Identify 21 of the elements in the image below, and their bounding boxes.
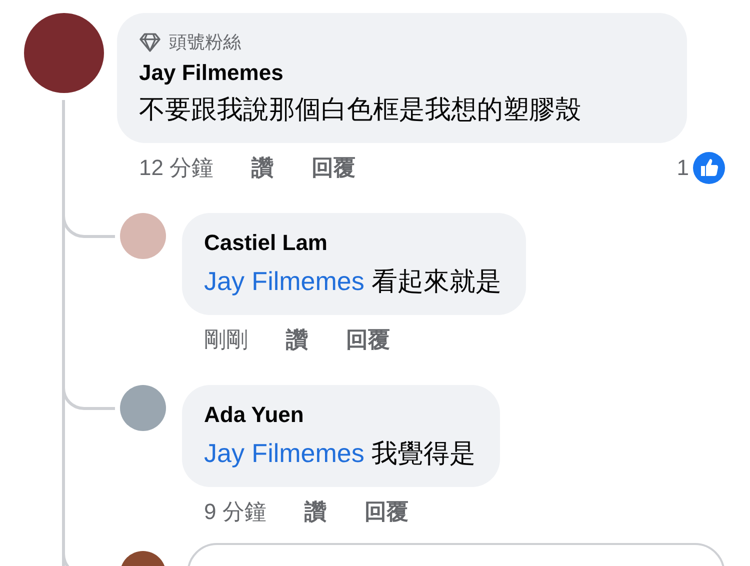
comment-text: 看起來就是 xyxy=(372,266,502,296)
badge-label: 頭號粉絲 xyxy=(169,31,241,54)
reply-link[interactable]: 回覆 xyxy=(312,153,356,183)
timestamp: 剛剛 xyxy=(204,326,248,354)
comment-text: 我覺得是 xyxy=(372,438,476,468)
author-name[interactable]: Jay Filmemes xyxy=(139,57,663,89)
author-name[interactable]: Castiel Lam xyxy=(204,225,502,261)
author-name[interactable]: Ada Yuen xyxy=(204,397,476,433)
reply-link[interactable]: 回覆 xyxy=(364,497,408,527)
mention-link[interactable]: Jay Filmemes xyxy=(204,266,364,296)
like-link[interactable]: 讚 xyxy=(304,497,326,527)
mention-link[interactable]: Jay Filmemes xyxy=(204,438,364,468)
timestamp: 9 分鐘 xyxy=(204,498,266,526)
timestamp: 12 分鐘 xyxy=(139,154,214,182)
comment-text: 不要跟我說那個白色框是我想的塑膠殼 xyxy=(139,93,582,126)
reaction-count: 1 xyxy=(676,155,689,181)
thumbs-up-icon[interactable] xyxy=(693,152,725,184)
reply-link[interactable]: 回覆 xyxy=(346,325,390,355)
like-link[interactable]: 讚 xyxy=(252,153,274,183)
like-link[interactable]: 讚 xyxy=(286,325,308,355)
diamond-icon xyxy=(139,32,161,52)
